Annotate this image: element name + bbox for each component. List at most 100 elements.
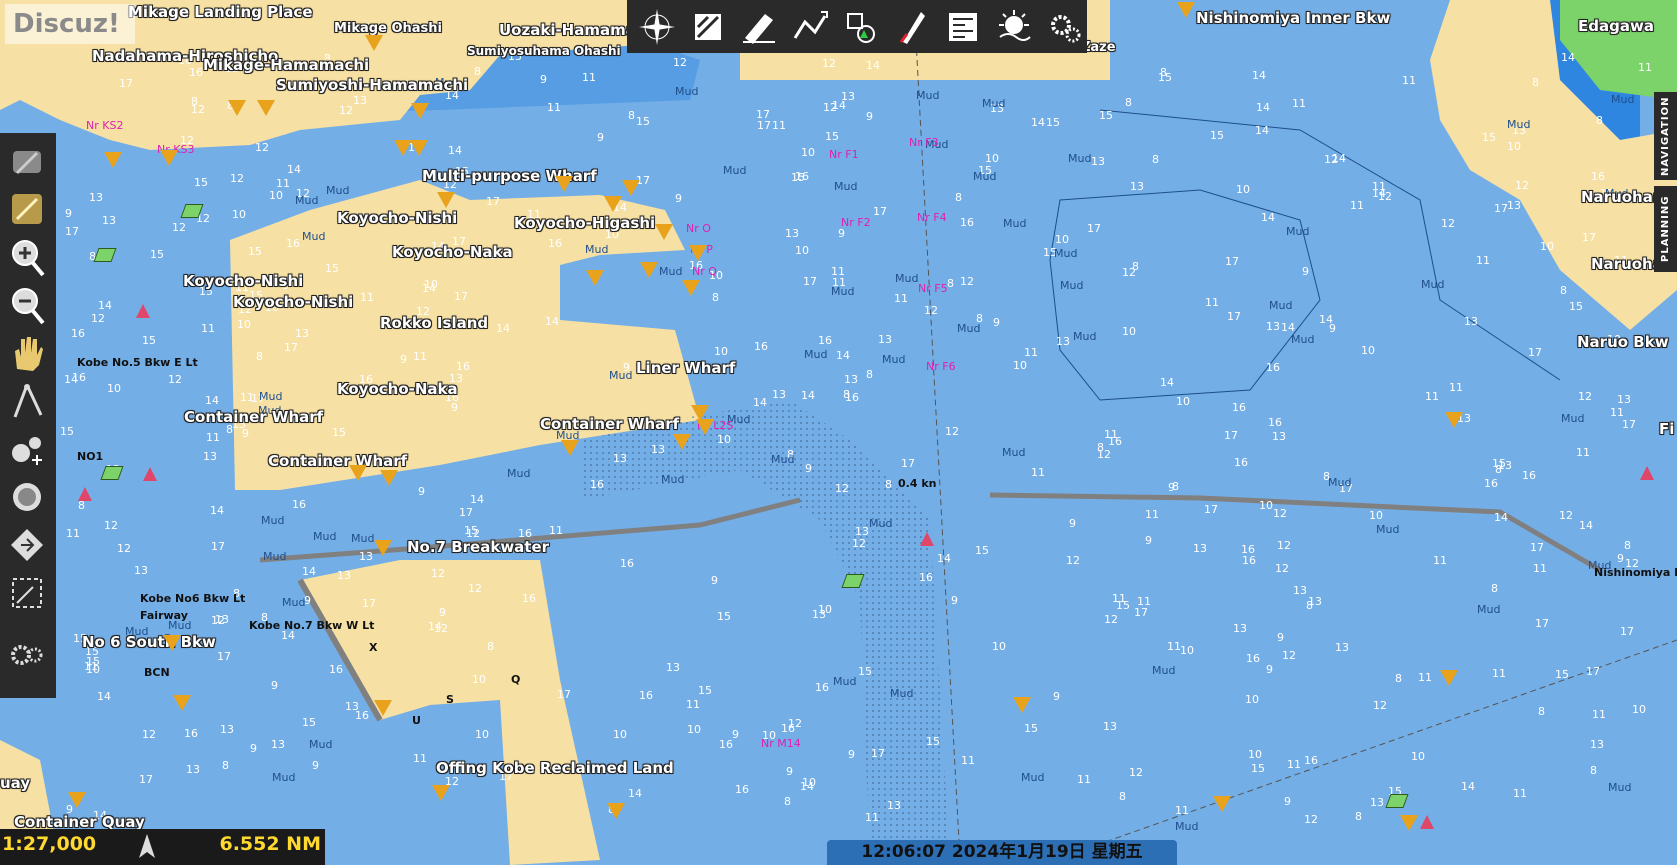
depth-sounding: 8: [1495, 463, 1502, 476]
gold-chart-button[interactable]: [4, 187, 50, 231]
seabed-note: Mud: [1328, 476, 1351, 489]
buoy-triangle-icon[interactable]: [68, 792, 86, 808]
depth-sounding: 9: [418, 485, 425, 498]
red-buoy-icon[interactable]: [920, 532, 934, 546]
buoy-triangle-icon[interactable]: [104, 152, 122, 168]
seabed-note: Mud: [831, 285, 854, 298]
settings-button[interactable]: [1042, 4, 1087, 50]
tab-planning[interactable]: PLANNING: [1654, 186, 1677, 272]
weather-button[interactable]: [991, 4, 1036, 50]
add-mark-button[interactable]: [4, 427, 50, 471]
buoy-triangle-icon[interactable]: [1440, 670, 1458, 686]
buoy-triangle-icon[interactable]: [163, 635, 181, 651]
light-label: U: [412, 714, 421, 727]
buoy-triangle-icon[interactable]: [586, 270, 604, 286]
select-area-icon: [12, 578, 42, 608]
depth-sounding: 16: [815, 681, 829, 694]
depth-sounding: 14: [1579, 519, 1593, 532]
depth-sounding: 13: [887, 799, 901, 812]
red-buoy-icon[interactable]: [136, 304, 150, 318]
zoom-out-button[interactable]: [4, 283, 50, 327]
buoy-triangle-icon[interactable]: [640, 262, 658, 278]
pan-hand-button[interactable]: [4, 331, 50, 375]
buoy-triangle-icon[interactable]: [1445, 412, 1463, 428]
depth-sounding: 9: [1302, 265, 1309, 278]
depth-sounding: 15: [248, 245, 262, 258]
hand-chart-button[interactable]: [4, 139, 50, 183]
depth-sounding: 16: [355, 709, 369, 722]
rotate-button[interactable]: [4, 523, 50, 567]
buoy-triangle-icon[interactable]: [380, 470, 398, 486]
buoy-triangle-icon[interactable]: [257, 100, 275, 116]
buoy-triangle-icon[interactable]: [689, 245, 707, 261]
depth-sounding: 8: [955, 191, 962, 204]
buoy-triangle-icon[interactable]: [173, 695, 191, 711]
depth-sounding: 17: [362, 597, 376, 610]
seabed-note: Mud: [1269, 299, 1292, 312]
seabed-note: Mud: [1421, 278, 1444, 291]
place-label: Fi: [1659, 420, 1675, 438]
buoy-triangle-icon[interactable]: [682, 280, 700, 296]
routes-button[interactable]: [788, 4, 833, 50]
ship-button[interactable]: [889, 4, 934, 50]
depth-sounding: 13: [295, 327, 309, 340]
red-buoy-icon[interactable]: [1640, 466, 1654, 480]
measure-divider-button[interactable]: [4, 379, 50, 423]
buoy-triangle-icon[interactable]: [374, 700, 392, 716]
buoy-triangle-icon[interactable]: [1213, 796, 1231, 812]
depth-sounding: 17: [486, 195, 500, 208]
depth-sounding: 14: [836, 349, 850, 362]
depth-sounding: 14: [422, 282, 436, 295]
buoy-triangle-icon[interactable]: [410, 140, 428, 156]
buoy-triangle-icon[interactable]: [228, 100, 246, 116]
depth-sounding: 17: [1225, 255, 1239, 268]
buoy-triangle-icon[interactable]: [696, 419, 714, 435]
depth-sounding: 16: [1304, 754, 1318, 767]
depth-sounding: 12: [104, 519, 118, 532]
buoy-triangle-icon[interactable]: [1013, 697, 1031, 713]
place-label: Rokko Island: [380, 314, 489, 332]
buoy-triangle-icon[interactable]: [365, 35, 383, 51]
buoy-triangle-icon[interactable]: [673, 434, 691, 450]
red-buoy-icon[interactable]: [78, 487, 92, 501]
depth-sounding: 15: [142, 334, 156, 347]
buoy-triangle-icon[interactable]: [561, 440, 579, 456]
tab-navigation[interactable]: NAVIGATION: [1654, 92, 1677, 180]
depth-sounding: 12: [142, 728, 156, 741]
nautical-chart-canvas[interactable]: 1216161015121217171612131214131310131191…: [0, 0, 1677, 865]
buoy-triangle-icon[interactable]: [160, 150, 178, 166]
routes-icon: [793, 10, 829, 39]
buoy-triangle-icon[interactable]: [622, 180, 640, 196]
buoy-triangle-icon[interactable]: [411, 103, 429, 119]
buoy-triangle-icon[interactable]: [555, 176, 573, 192]
red-buoy-icon[interactable]: [143, 467, 157, 481]
red-buoy-icon[interactable]: [1420, 815, 1434, 829]
depth-sounding: 10: [1176, 395, 1190, 408]
buoy-triangle-icon[interactable]: [437, 192, 455, 208]
buoy-triangle-icon[interactable]: [374, 540, 392, 556]
buoy-triangle-icon[interactable]: [655, 224, 673, 240]
buoy-triangle-icon[interactable]: [1400, 815, 1418, 831]
depth-sounding: 8: [1125, 96, 1132, 109]
waypoint-button[interactable]: [839, 4, 884, 50]
buoy-triangle-icon[interactable]: [349, 465, 367, 481]
depth-sounding: 11: [1576, 446, 1590, 459]
compass-button[interactable]: [635, 4, 680, 50]
select-area-button[interactable]: [4, 571, 50, 615]
seabed-note: Mud: [1291, 333, 1314, 346]
light-label: X: [369, 641, 378, 654]
buoy-triangle-icon[interactable]: [432, 785, 450, 801]
chart-layers-button[interactable]: [686, 4, 731, 50]
tool-settings-button[interactable]: [4, 633, 50, 677]
buoy-triangle-icon[interactable]: [1177, 2, 1195, 18]
zoom-in-button[interactable]: [4, 235, 50, 279]
report-button[interactable]: [940, 4, 985, 50]
lens-button[interactable]: [4, 475, 50, 519]
depth-sounding: 13: [613, 452, 627, 465]
place-label: Edagawa: [1578, 17, 1654, 35]
depth-sounding: 13: [1617, 393, 1631, 406]
chart-catalog-button[interactable]: [737, 4, 782, 50]
buoy-triangle-icon[interactable]: [607, 803, 625, 819]
place-label: Container Wharf: [268, 452, 408, 470]
buoy-triangle-icon[interactable]: [604, 196, 622, 212]
